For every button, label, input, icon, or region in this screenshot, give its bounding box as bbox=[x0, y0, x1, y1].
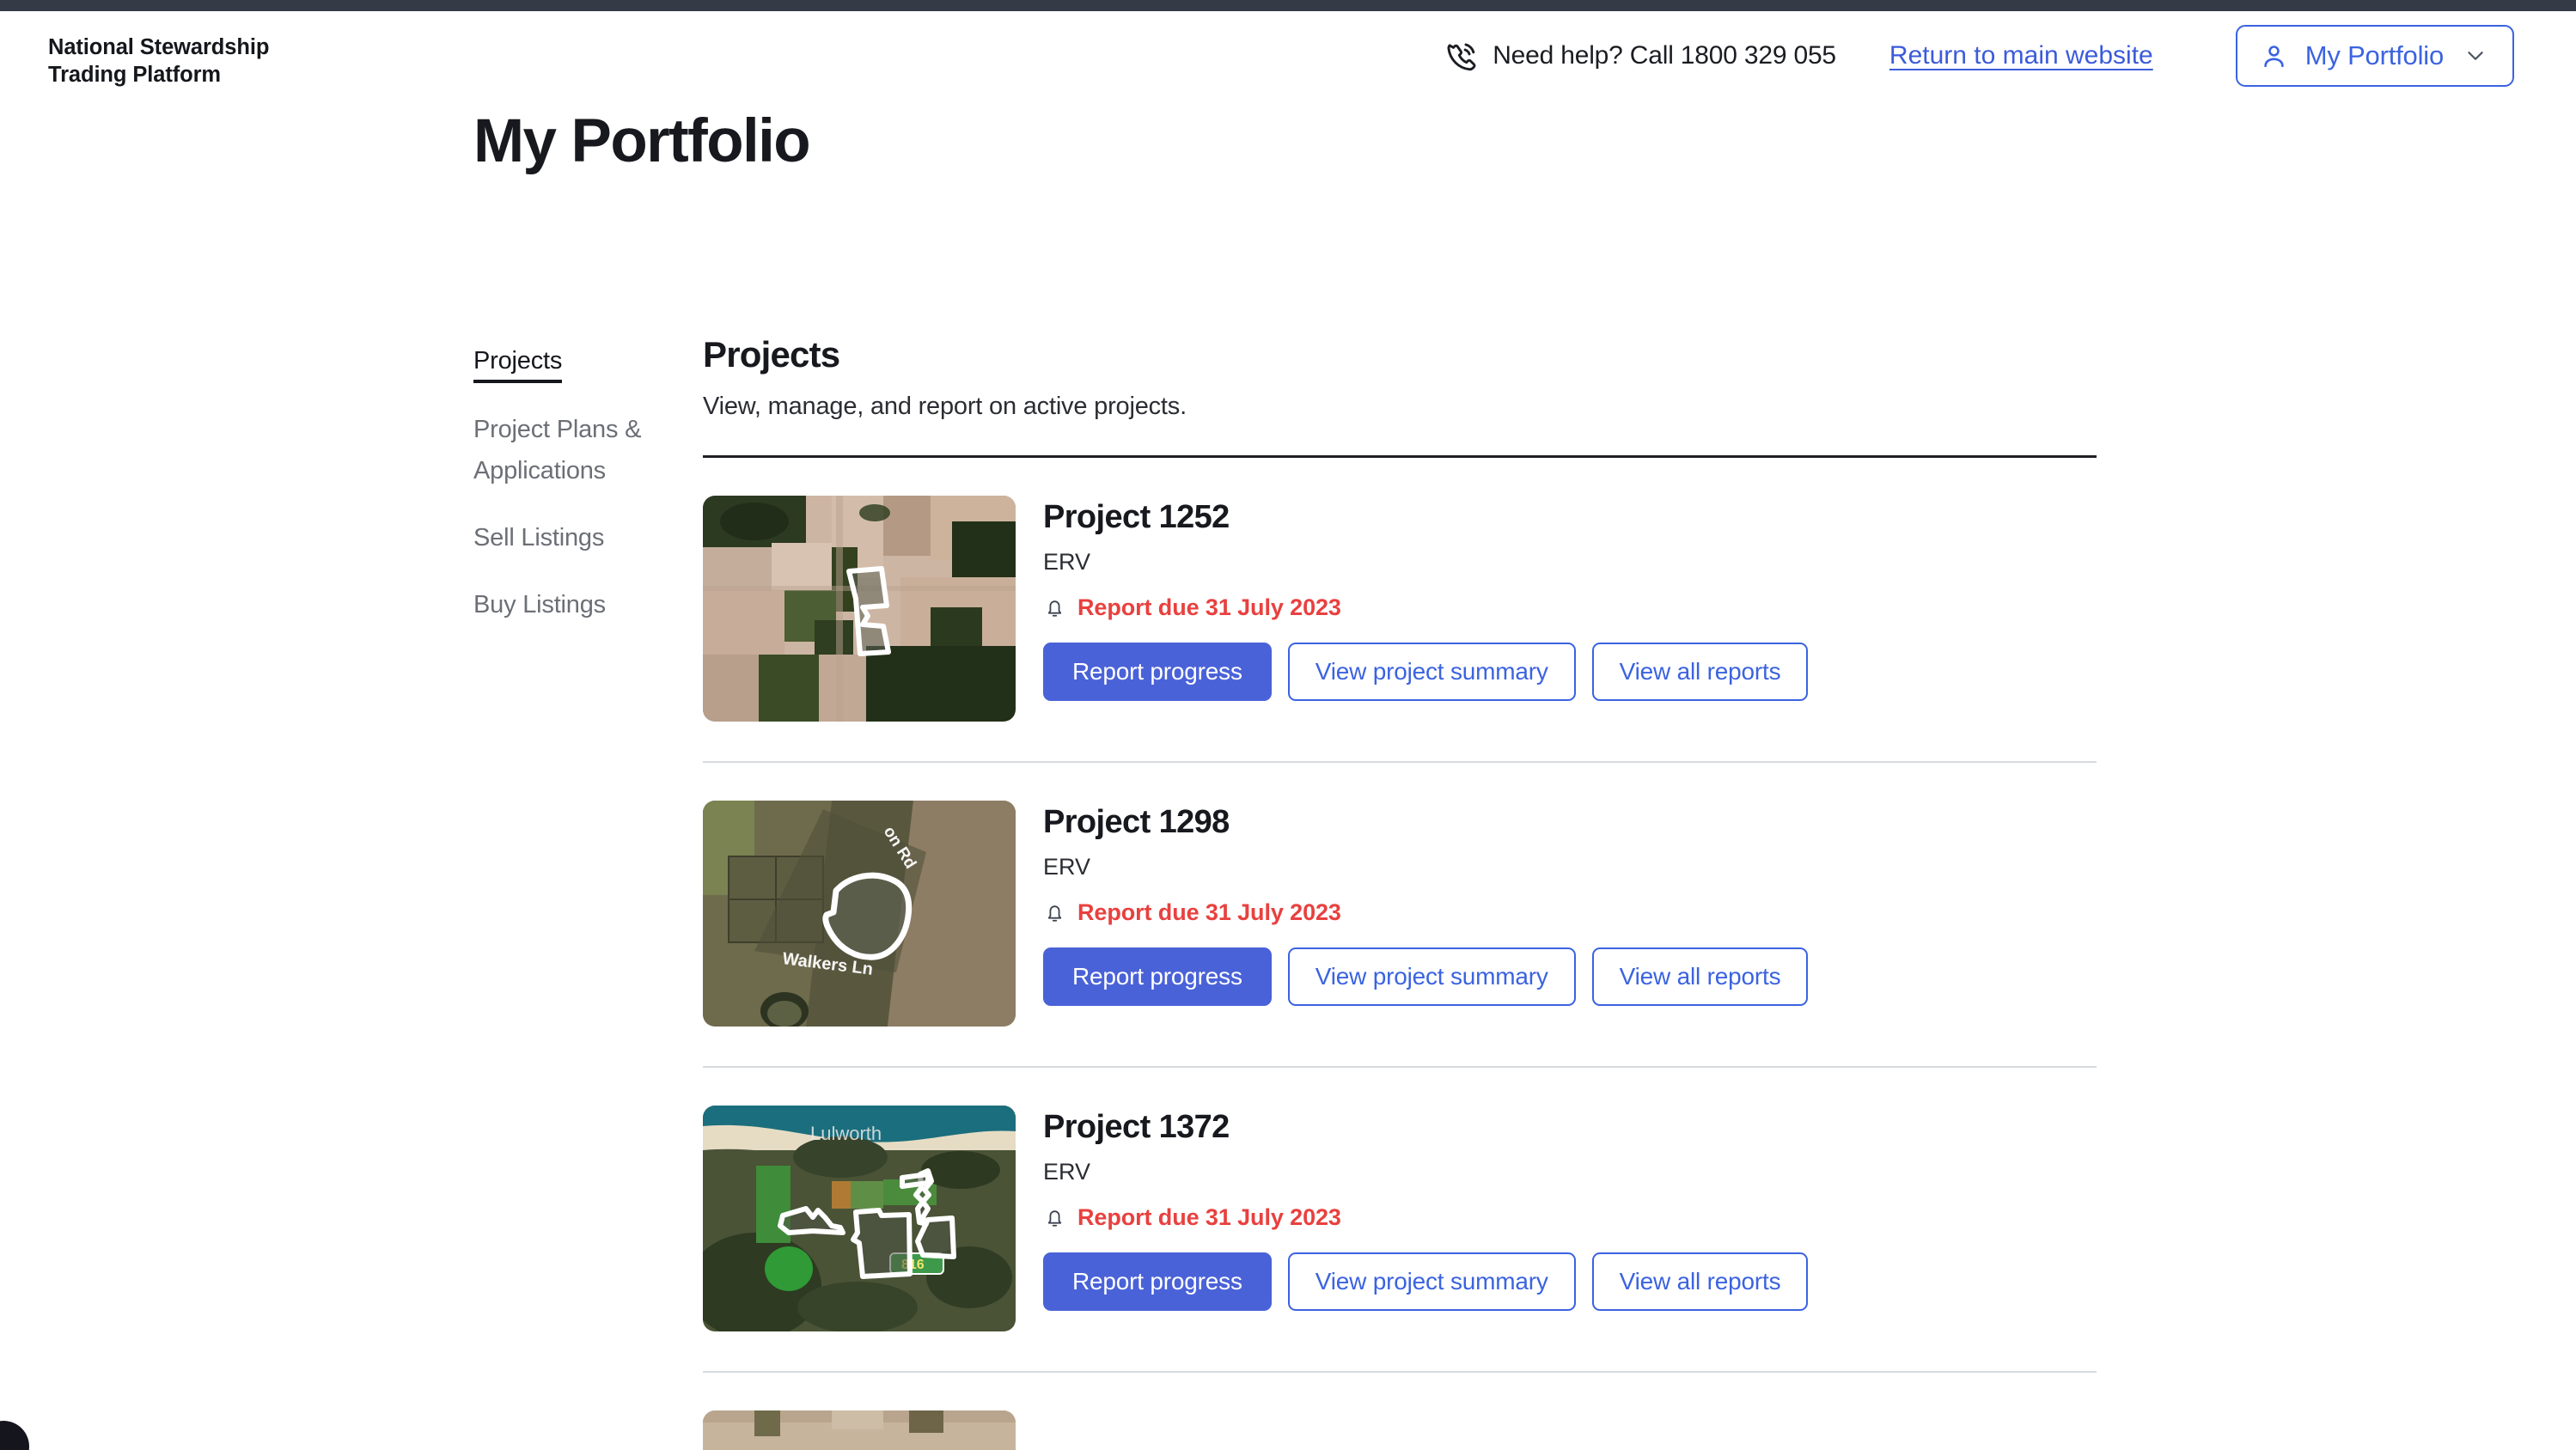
brand-logo[interactable]: National Stewardship Trading Platform bbox=[48, 34, 269, 88]
sidebar-item-projects[interactable]: Projects bbox=[473, 344, 688, 409]
view-all-reports-button[interactable]: View all reports bbox=[1591, 947, 1809, 1006]
project-card[interactable] bbox=[703, 1373, 2097, 1450]
bell-icon bbox=[1043, 596, 1066, 619]
sidebar-item-project-plans-applications[interactable]: Project Plans & Applications bbox=[473, 409, 688, 491]
satellite-map-image bbox=[703, 496, 1016, 722]
project-actions: Report progress View project summary Vie… bbox=[1043, 643, 2097, 701]
phone-call-icon bbox=[1444, 39, 1479, 74]
project-card[interactable]: on Rd Walkers Ln Project 1298 ERV Report… bbox=[703, 763, 2097, 1066]
project-due-text: Report due 31 July 2023 bbox=[1077, 594, 1341, 620]
satellite-map-image: Lulworth 816 bbox=[703, 1106, 1016, 1331]
project-type: ERV bbox=[1043, 549, 1091, 575]
brand-line-1: National Stewardship bbox=[48, 35, 270, 59]
project-title: Project 1298 bbox=[1043, 804, 1230, 840]
window-corner-bottom-left bbox=[0, 1421, 29, 1450]
project-card-body: Project 1372 ERV Report due 31 July 2023… bbox=[1043, 1106, 2097, 1331]
site-header: National Stewardship Trading Platform Ne… bbox=[0, 11, 2576, 99]
view-all-reports-button[interactable]: View all reports bbox=[1591, 643, 1809, 701]
project-type: ERV bbox=[1043, 854, 1091, 880]
my-portfolio-menu-button[interactable]: My Portfolio bbox=[2235, 25, 2514, 87]
project-actions: Report progress View project summary Vie… bbox=[1043, 947, 2097, 1006]
project-due-text: Report due 31 July 2023 bbox=[1077, 1204, 1341, 1230]
header-actions: Need help? Call 1800 329 055 Return to m… bbox=[1444, 23, 2514, 88]
projects-panel: Projects View, manage, and report on act… bbox=[703, 332, 2097, 1450]
help-phone-text: Need help? Call 1800 329 055 bbox=[1492, 41, 1836, 70]
help-contact: Need help? Call 1800 329 055 bbox=[1444, 39, 1836, 74]
chevron-down-icon bbox=[2461, 45, 2487, 67]
report-progress-button[interactable]: Report progress bbox=[1043, 1252, 1272, 1311]
section-subtitle: View, manage, and report on active proje… bbox=[703, 393, 1187, 420]
svg-text:Lulworth: Lulworth bbox=[810, 1123, 882, 1144]
project-map-thumbnail[interactable] bbox=[703, 496, 1016, 722]
project-card-body: Project 1298 ERV Report due 31 July 2023… bbox=[1043, 801, 2097, 1027]
project-due-status: Report due 31 July 2023 bbox=[1043, 594, 2097, 621]
project-map-thumbnail[interactable]: on Rd Walkers Ln bbox=[703, 801, 1016, 1027]
page-title: My Portfolio bbox=[473, 107, 811, 175]
project-title: Project 1252 bbox=[1043, 499, 1230, 535]
project-type: ERV bbox=[1043, 1159, 1091, 1185]
project-card[interactable]: Project 1252 ERV Report due 31 July 2023… bbox=[703, 458, 2097, 761]
project-card-body: Project 1252 ERV Report due 31 July 2023… bbox=[1043, 496, 2097, 722]
project-title: Project 1372 bbox=[1043, 1109, 1230, 1145]
satellite-map-image bbox=[703, 1410, 1016, 1450]
brand-line-2: Trading Platform bbox=[48, 63, 222, 87]
project-due-status: Report due 31 July 2023 bbox=[1043, 899, 2097, 926]
portfolio-sidebar-nav: Projects Project Plans & Applications Se… bbox=[473, 344, 688, 651]
project-card[interactable]: Lulworth 816 Project 1372 ERV Report due… bbox=[703, 1068, 2097, 1371]
sidebar-item-sell-listings[interactable]: Sell Listings bbox=[473, 517, 688, 558]
view-project-summary-button[interactable]: View project summary bbox=[1287, 1252, 1576, 1311]
section-title: Projects bbox=[703, 334, 840, 375]
user-icon bbox=[2260, 42, 2288, 70]
project-boundary-polygon bbox=[822, 872, 913, 960]
bell-icon bbox=[1043, 901, 1066, 924]
report-progress-button[interactable]: Report progress bbox=[1043, 643, 1272, 701]
project-actions: Report progress View project summary Vie… bbox=[1043, 1252, 2097, 1311]
app-window: National Stewardship Trading Platform Ne… bbox=[0, 0, 2576, 1450]
satellite-map-image: on Rd Walkers Ln bbox=[703, 801, 1016, 1027]
report-progress-button[interactable]: Report progress bbox=[1043, 947, 1272, 1006]
project-due-status: Report due 31 July 2023 bbox=[1043, 1204, 2097, 1231]
project-map-thumbnail[interactable] bbox=[703, 1410, 1016, 1450]
window-chrome-bar bbox=[0, 0, 2576, 11]
my-portfolio-label: My Portfolio bbox=[2304, 40, 2444, 70]
bell-icon bbox=[1043, 1206, 1066, 1229]
view-project-summary-button[interactable]: View project summary bbox=[1287, 947, 1576, 1006]
project-due-text: Report due 31 July 2023 bbox=[1077, 899, 1341, 925]
sidebar-item-projects-label: Projects bbox=[473, 344, 562, 383]
sidebar-item-buy-listings[interactable]: Buy Listings bbox=[473, 584, 688, 625]
project-map-thumbnail[interactable]: Lulworth 816 bbox=[703, 1106, 1016, 1331]
view-project-summary-button[interactable]: View project summary bbox=[1287, 643, 1576, 701]
return-to-main-website-link[interactable]: Return to main website bbox=[1889, 41, 2153, 70]
view-all-reports-button[interactable]: View all reports bbox=[1591, 1252, 1809, 1311]
